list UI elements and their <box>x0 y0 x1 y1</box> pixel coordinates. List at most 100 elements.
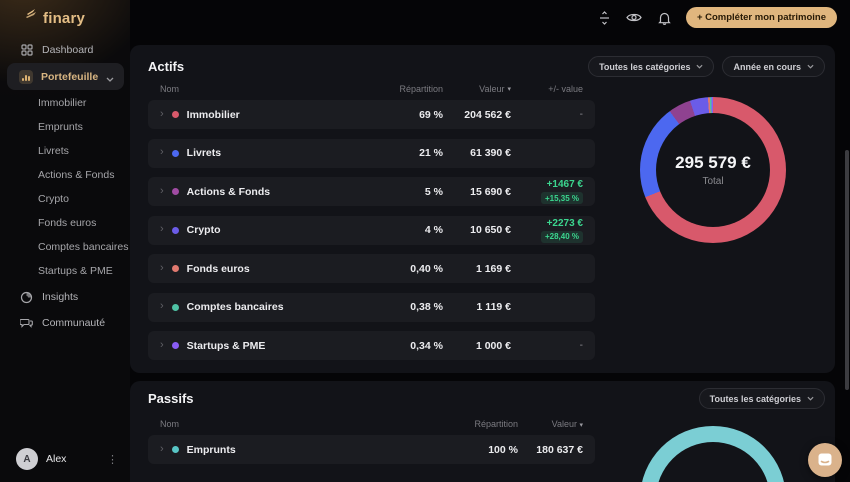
row-valeur: 61 390 € <box>443 147 511 159</box>
row-repartition: 100 % <box>438 444 518 456</box>
table-row-livrets[interactable]: › Livrets 21 % 61 390 € <box>148 139 595 168</box>
row-label: Emprunts <box>187 444 236 456</box>
row-valeur: 1 000 € <box>443 340 511 352</box>
col-nom: Nom <box>160 419 438 429</box>
row-repartition: 0,40 % <box>358 263 443 275</box>
sidebar-subitem-fonds-euros[interactable]: Fonds euros <box>38 214 130 232</box>
row-valeur: 1 169 € <box>443 263 511 275</box>
sidebar-item-communaute[interactable]: Communauté <box>0 312 130 334</box>
kebab-menu-icon[interactable]: ⋮ <box>107 453 118 466</box>
delta-pct-badge: +15,35 % <box>541 192 583 204</box>
row-label: Startups & PME <box>187 340 266 352</box>
row-label: Livrets <box>187 147 221 159</box>
expand-chevron-icon[interactable]: › <box>160 301 164 312</box>
category-filter-dropdown[interactable]: Toutes les catégories <box>588 56 714 77</box>
table-row-comptes-bancaires[interactable]: › Comptes bancaires 0,38 % 1 119 € <box>148 293 595 322</box>
table-row-actions-fonds[interactable]: ›Actions & Fonds 5 % 15 690 € +1467 €+15… <box>148 177 595 206</box>
sidebar-item-portefeuille[interactable]: Portefeuille <box>7 63 124 90</box>
passifs-table: Nom Répartition Valeur ▾ ›Emprunts 100 %… <box>148 417 595 474</box>
row-valeur: 15 690 € <box>443 186 511 198</box>
user-menu[interactable]: A Alex ⋮ <box>0 447 130 471</box>
total-value: 295 579 € <box>675 153 751 173</box>
sidebar-item-dashboard[interactable]: Dashboard <box>0 39 130 61</box>
col-valeur: Valeur <box>552 419 577 429</box>
dashboard-grid-icon <box>20 44 33 57</box>
category-color-dot <box>172 150 179 157</box>
passifs-donut-chart <box>640 426 786 482</box>
chevron-down-icon <box>106 73 114 85</box>
category-filter-dropdown[interactable]: Toutes les catégories <box>699 388 825 409</box>
portfolio-chart-icon <box>19 70 33 84</box>
col-valeur: Valeur <box>479 84 504 94</box>
sidebar-subitem-immobilier[interactable]: Immobilier <box>38 94 130 112</box>
row-label: Immobilier <box>187 109 240 121</box>
topbar: + Compléter mon patrimoine <box>596 7 837 28</box>
passifs-title: Passifs <box>148 391 194 406</box>
table-row-fonds-euros[interactable]: ›Fonds euros 0,40 % 1 169 € <box>148 254 595 283</box>
eye-icon[interactable] <box>626 9 643 26</box>
row-label: Actions & Fonds <box>187 186 270 198</box>
actifs-table: Nom Répartition Valeur▾ +/- value ›Immob… <box>148 82 595 370</box>
expand-chevron-icon[interactable]: › <box>160 444 164 455</box>
finary-logo[interactable]: finary <box>24 9 85 27</box>
sidebar-subitem-startups-pme[interactable]: Startups & PME <box>38 262 130 280</box>
period-filter-dropdown[interactable]: Année en cours <box>722 56 825 77</box>
chevron-down-icon <box>807 396 814 401</box>
row-repartition: 0,38 % <box>358 301 443 313</box>
category-color-dot <box>172 265 179 272</box>
table-row-immobilier[interactable]: ›Immobilier 69 % 204 562 € - <box>148 100 595 129</box>
expand-chevron-icon[interactable]: › <box>160 340 164 351</box>
sidebar-item-label: Dashboard <box>42 44 93 56</box>
sidebar-subitem-emprunts[interactable]: Emprunts <box>38 118 130 136</box>
sidebar-subitem-livrets[interactable]: Livrets <box>38 142 130 160</box>
bell-icon[interactable] <box>656 9 673 26</box>
sidebar-item-label: Portefeuille <box>41 71 98 83</box>
expand-chevron-icon[interactable]: › <box>160 186 164 197</box>
expand-chevron-icon[interactable]: › <box>160 109 164 120</box>
sidebar-subitem-crypto[interactable]: Crypto <box>38 190 130 208</box>
table-row-crypto[interactable]: ›Crypto 4 % 10 650 € +2273 €+28,40 % <box>148 216 595 245</box>
scrollbar[interactable] <box>845 150 849 390</box>
subitem-label: Immobilier <box>38 97 86 109</box>
sort-desc-icon: ▾ <box>579 422 583 429</box>
split-adjust-icon[interactable] <box>596 9 613 26</box>
subitem-label: Emprunts <box>38 121 83 133</box>
row-valeur: 1 119 € <box>443 301 511 313</box>
passifs-donut-center <box>656 442 770 482</box>
sidebar-item-insights[interactable]: Insights <box>0 286 130 308</box>
table-row-emprunts[interactable]: ›Emprunts 100 % 180 637 € <box>148 435 595 464</box>
table-row-startups-pme[interactable]: ›Startups & PME 0,34 % 1 000 € - <box>148 331 595 360</box>
sidebar-subitem-comptes-bancaires[interactable]: Comptes bancaires <box>38 238 130 256</box>
row-delta: +1467 € <box>547 179 583 190</box>
expand-chevron-icon[interactable]: › <box>160 263 164 274</box>
expand-chevron-icon[interactable]: › <box>160 224 164 235</box>
complete-patrimoine-button[interactable]: + Compléter mon patrimoine <box>686 7 837 28</box>
total-label: Total <box>702 176 723 187</box>
chat-support-button[interactable] <box>808 443 842 477</box>
actifs-filters: Toutes les catégories Année en cours <box>588 56 825 77</box>
sidebar-subitem-actions-fonds[interactable]: Actions & Fonds <box>38 166 130 184</box>
passifs-card: Passifs Toutes les catégories Nom Répart… <box>130 381 835 482</box>
col-valeur-sort[interactable]: Valeur▾ <box>443 84 511 94</box>
row-repartition: 21 % <box>358 147 443 159</box>
chevron-down-icon <box>696 64 703 69</box>
expand-chevron-icon[interactable]: › <box>160 147 164 158</box>
brand-name: finary <box>43 10 85 27</box>
delta-pct-badge: +28,40 % <box>541 231 583 243</box>
insights-compass-icon <box>20 291 33 304</box>
filter-label: Toutes les catégories <box>710 394 801 404</box>
actifs-title: Actifs <box>148 59 184 74</box>
row-label: Crypto <box>187 224 221 236</box>
finary-app: finary Dashboard Portefeuille Immobilier… <box>0 0 850 482</box>
row-label: Comptes bancaires <box>187 301 284 313</box>
col-delta: +/- value <box>511 84 583 94</box>
col-repartition: Répartition <box>358 84 443 94</box>
sidebar: finary Dashboard Portefeuille Immobilier… <box>0 0 130 482</box>
sidebar-item-label: Insights <box>42 291 78 303</box>
finary-logo-icon <box>24 9 38 27</box>
passifs-filters: Toutes les catégories <box>699 388 825 409</box>
community-chat-icon <box>20 317 33 330</box>
col-valeur-sort[interactable]: Valeur ▾ <box>518 419 583 429</box>
row-valeur: 204 562 € <box>443 109 511 121</box>
category-color-dot <box>172 111 179 118</box>
